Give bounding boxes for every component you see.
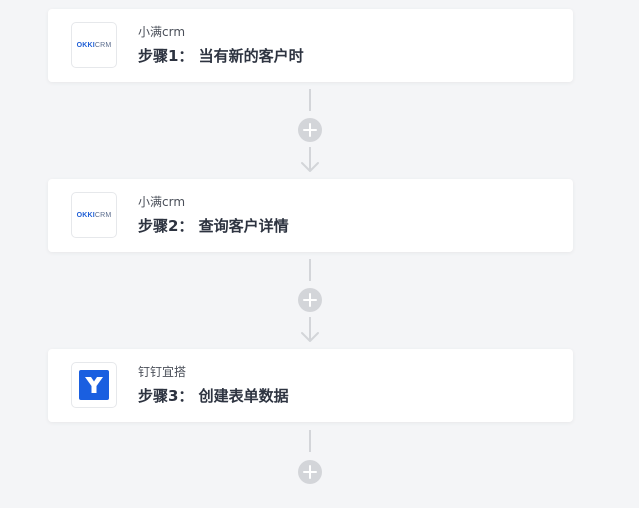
workflow-canvas: OKKICRM 小满crm 步骤1： 当有新的客户时 OKKICRM 小满crm… — [0, 0, 639, 508]
arrow-down-icon — [301, 317, 319, 342]
okki-crm-logo: OKKICRM — [77, 42, 112, 49]
step-card-1[interactable]: OKKICRM 小满crm 步骤1： 当有新的客户时 — [48, 9, 573, 82]
connector-line — [309, 430, 311, 452]
step-connector — [295, 259, 325, 345]
okki-crm-logo: OKKICRM — [77, 212, 112, 219]
step-app-name: 钉钉宜搭 — [138, 365, 187, 379]
arrow-down-icon — [301, 147, 319, 172]
step-app-name: 小满crm — [138, 195, 186, 209]
app-logo-box — [71, 362, 117, 408]
step-connector — [295, 89, 325, 175]
app-logo-box: OKKICRM — [71, 192, 117, 238]
connector-line — [309, 259, 311, 281]
app-logo-box: OKKICRM — [71, 22, 117, 68]
step-connector — [295, 430, 325, 490]
logo-text-strong: OKKI — [76, 211, 95, 219]
yida-logo — [79, 370, 109, 400]
plus-circle-icon[interactable] — [298, 118, 322, 142]
logo-text-light: CRM — [94, 41, 112, 49]
logo-text-light: CRM — [94, 211, 112, 219]
plus-circle-icon[interactable] — [298, 288, 322, 312]
connector-line — [309, 89, 311, 111]
logo-text-strong: OKKI — [76, 41, 95, 49]
plus-circle-icon[interactable] — [298, 460, 322, 484]
step-card-3[interactable]: 钉钉宜搭 步骤3： 创建表单数据 — [48, 349, 573, 422]
step-title: 步骤3： 创建表单数据 — [138, 387, 289, 405]
step-app-name: 小满crm — [138, 25, 186, 39]
step-card-2[interactable]: OKKICRM 小满crm 步骤2： 查询客户详情 — [48, 179, 573, 252]
step-title: 步骤1： 当有新的客户时 — [138, 47, 304, 65]
step-title: 步骤2： 查询客户详情 — [138, 217, 289, 235]
